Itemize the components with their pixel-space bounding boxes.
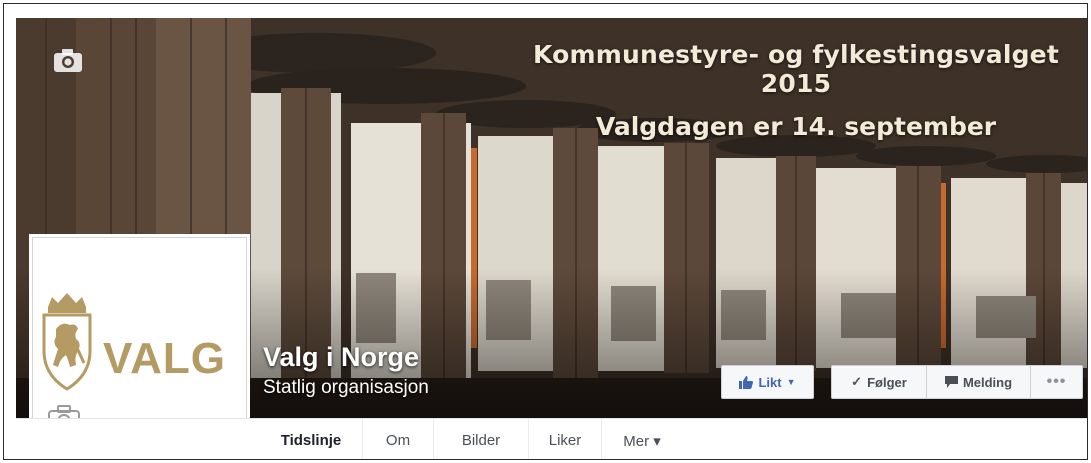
page-category[interactable]: Statlig organisasjon [263,377,429,399]
tab-photos[interactable]: Bilder [434,419,529,459]
like-label: Likt [758,374,782,390]
message-label: Melding [962,374,1013,390]
more-options-button[interactable]: ••• [1031,366,1082,398]
thumbs-up-icon [739,375,754,389]
speech-bubble-icon [944,376,958,388]
facebook-page-header: Kommunestyre- og fylkestingsvalget 2015 … [3,3,1088,460]
headline-line-2: Valgdagen er 14. september [595,112,997,141]
tab-likes[interactable]: Liker [529,419,602,459]
page-actions: ✓ Følger Melding ••• [831,365,1083,399]
chevron-down-icon: ▼ [786,377,796,387]
headline-line-1: Kommunestyre- og fylkestingsvalget 2015 [533,40,1059,98]
like-button[interactable]: Likt ▼ [721,365,814,399]
tab-more[interactable]: Mer ▾ [602,419,682,459]
ellipsis-icon: ••• [1046,373,1067,390]
page-title[interactable]: Valg i Norge [263,342,419,373]
coat-of-arms-lion-icon [42,293,92,391]
message-button[interactable]: Melding [927,366,1031,398]
following-label: Følger [867,374,907,390]
tab-about[interactable]: Om [363,419,434,459]
checkmark-icon: ✓ [851,374,863,389]
cover-headline: Kommunestyre- og fylkestingsvalget 2015 … [506,40,1086,141]
tab-timeline[interactable]: Tidslinje [260,419,363,459]
page-tab-bar: Tidslinje Om Bilder Liker Mer ▾ [16,418,1087,459]
camera-icon[interactable] [51,46,85,74]
valg-wordmark: VALG [103,334,226,383]
following-button[interactable]: ✓ Følger [832,366,927,398]
